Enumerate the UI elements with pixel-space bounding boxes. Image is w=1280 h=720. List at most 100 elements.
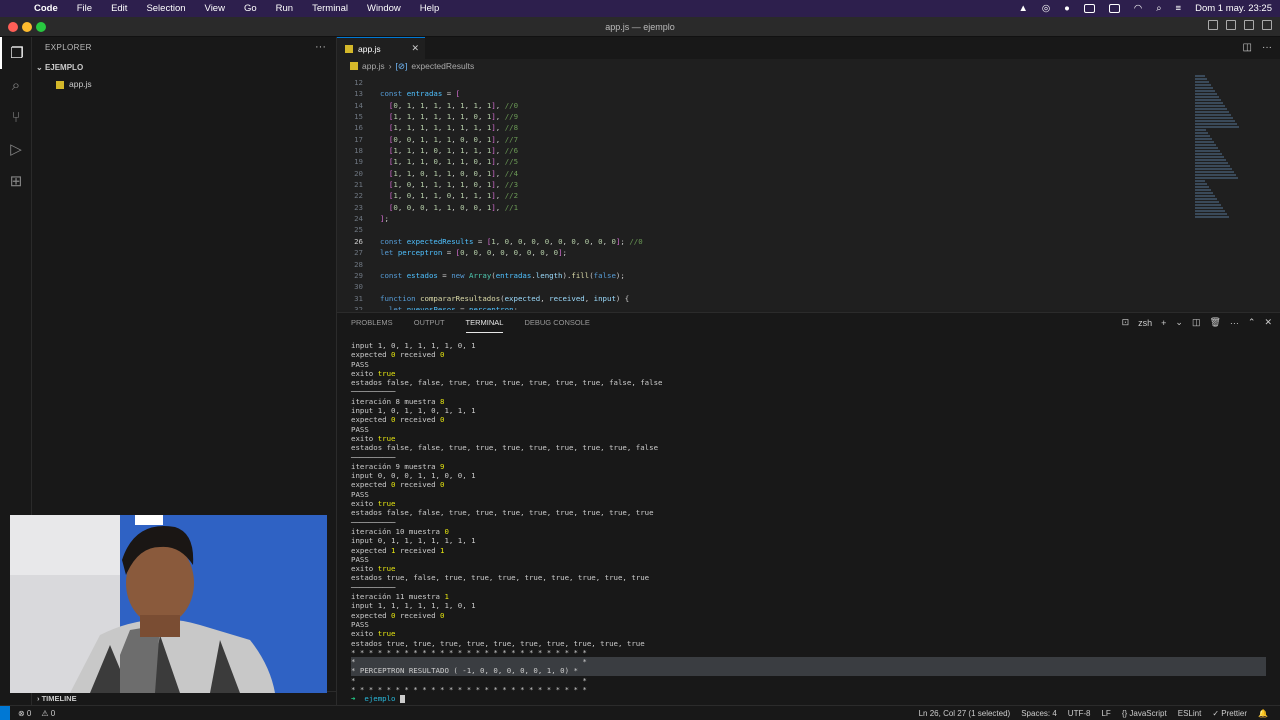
code-line[interactable]: 23 [0, 0, 0, 1, 1, 0, 0, 1], //1: [337, 202, 1197, 213]
maximize-panel-icon[interactable]: ⌃: [1248, 317, 1256, 328]
cursor-position[interactable]: Ln 26, Col 27 (1 selected): [919, 709, 1011, 718]
code-line[interactable]: 15 [1, 1, 1, 1, 1, 1, 0, 1], //9: [337, 111, 1197, 122]
minimize-window-button[interactable]: [22, 22, 32, 32]
split-editor-icon[interactable]: ◫: [1243, 42, 1252, 53]
line-number: 30: [354, 282, 363, 292]
code-line[interactable]: 28: [337, 259, 1197, 270]
folder-ejemplo[interactable]: ⌄ EJEMPLO: [32, 59, 336, 76]
trash-icon[interactable]: 🗑: [1209, 317, 1220, 328]
prettier-status[interactable]: ✓ Prettier: [1212, 709, 1247, 718]
code-line[interactable]: 22 [1, 0, 1, 1, 0, 1, 1, 1], //2: [337, 190, 1197, 201]
menu-selection[interactable]: Selection: [146, 3, 185, 14]
end-of-line[interactable]: LF: [1101, 709, 1110, 718]
status-vlc-icon[interactable]: ▲: [1018, 3, 1027, 14]
status-extension-icon[interactable]: ◎: [1042, 3, 1050, 14]
close-panel-icon[interactable]: ✕: [1264, 317, 1272, 328]
battery-icon[interactable]: [1108, 4, 1120, 13]
code-line[interactable]: 25: [337, 224, 1197, 235]
run-debug-icon[interactable]: ▷: [0, 133, 32, 165]
menu-file[interactable]: File: [77, 3, 92, 14]
eslint-status[interactable]: ESLint: [1178, 709, 1202, 718]
more-actions-icon[interactable]: ···: [1230, 318, 1239, 328]
minimap-line: [1195, 132, 1208, 134]
code-line[interactable]: 30: [337, 281, 1197, 292]
code-line[interactable]: 13 const entradas = [: [337, 88, 1197, 99]
notifications-icon[interactable]: 🔔: [1258, 709, 1268, 718]
explorer-icon[interactable]: ❐: [0, 37, 32, 69]
language-mode[interactable]: {} JavaScript: [1122, 709, 1167, 718]
menu-run[interactable]: Run: [276, 3, 293, 14]
code-line[interactable]: 17 [0, 0, 1, 1, 1, 0, 0, 1], //7: [337, 134, 1197, 145]
code-line[interactable]: 26 const expectedResults = [1, 0, 0, 0, 0…: [337, 236, 1197, 247]
line-number: 24: [354, 214, 363, 224]
breadcrumb-symbol[interactable]: expectedResults: [411, 61, 474, 71]
indentation[interactable]: Spaces: 4: [1021, 709, 1057, 718]
code-line[interactable]: 18 [1, 1, 1, 0, 1, 1, 1, 1], //6: [337, 145, 1197, 156]
terminal-prompt[interactable]: ➜ ejemplo: [351, 694, 1271, 704]
code-line[interactable]: 20 [1, 1, 0, 1, 1, 0, 0, 1], //4: [337, 168, 1197, 179]
menu-view[interactable]: View: [205, 3, 225, 14]
terminal-line: input 1, 1, 1, 1, 1, 1, 0, 1: [351, 601, 476, 611]
remote-indicator[interactable]: [0, 705, 10, 720]
menu-terminal[interactable]: Terminal: [312, 3, 348, 14]
code-line[interactable]: 27 let perceptron = [0, 0, 0, 0, 0, 0, 0,…: [337, 247, 1197, 258]
menu-window[interactable]: Window: [367, 3, 401, 14]
status-app-icon[interactable]: ●: [1064, 3, 1070, 14]
display-icon[interactable]: [1083, 4, 1095, 13]
tab-app-js[interactable]: app.js ✕: [337, 37, 425, 59]
terminal-output[interactable]: input 1, 0, 1, 1, 1, 1, 0, 1 expected 0 r…: [351, 341, 1271, 704]
code-line[interactable]: 14 [0, 1, 1, 1, 1, 1, 1, 1], //0: [337, 100, 1197, 111]
toggle-secondary-sidebar-icon[interactable]: [1244, 20, 1254, 30]
chevron-down-icon[interactable]: ⌄: [1175, 317, 1183, 328]
javascript-file-icon: [350, 62, 358, 70]
editor-area: app.js ✕ ◫ ··· app.js › [⊘] expectedResu…: [337, 37, 1280, 310]
wifi-icon[interactable]: ◠: [1134, 3, 1142, 14]
minimap-line: [1195, 201, 1219, 203]
code-text: let perceptron = [0, 0, 0, 0, 0, 0, 0, 0…: [380, 248, 567, 258]
more-actions-icon[interactable]: ···: [315, 41, 326, 53]
menu-go[interactable]: Go: [244, 3, 257, 14]
search-icon[interactable]: ⌕: [1156, 3, 1161, 14]
code-line[interactable]: 29 const estados = new Array(entradas.len…: [337, 270, 1197, 281]
code-editor[interactable]: 12 13 const entradas = [14 [0, 1, 1, 1, 1,…: [337, 77, 1197, 310]
menu-app-name[interactable]: Code: [34, 3, 58, 14]
tab-output[interactable]: OUTPUT: [414, 313, 445, 333]
shell-name[interactable]: zsh: [1138, 318, 1152, 328]
customize-layout-icon[interactable]: [1262, 20, 1272, 30]
terminal-line: estados false, false, true, true, true, …: [351, 443, 659, 453]
clock[interactable]: Dom 1 may. 23:25: [1195, 3, 1272, 14]
control-center-icon[interactable]: ≡: [1176, 3, 1182, 14]
menu-help[interactable]: Help: [420, 3, 440, 14]
minimap[interactable]: [1195, 75, 1240, 235]
close-window-button[interactable]: [8, 22, 18, 32]
breadcrumb-file[interactable]: app.js: [362, 61, 385, 71]
file-app-js[interactable]: app.js: [32, 76, 336, 93]
code-line[interactable]: 16 [1, 1, 1, 1, 1, 1, 1, 1], //8: [337, 122, 1197, 133]
terminal-line: exito true: [351, 433, 396, 443]
code-line[interactable]: 31 function compararResultados(expected, …: [337, 293, 1197, 304]
tab-problems[interactable]: PROBLEMS: [351, 313, 393, 333]
zoom-window-button[interactable]: [36, 22, 46, 32]
tab-terminal[interactable]: TERMINAL: [465, 313, 504, 333]
toggle-panel-icon[interactable]: [1226, 20, 1236, 30]
source-control-icon[interactable]: ⑂: [0, 101, 32, 133]
terminal-line: ──────────: [351, 452, 396, 462]
menu-edit[interactable]: Edit: [111, 3, 127, 14]
warnings-count[interactable]: ⚠ 0: [41, 709, 55, 718]
timeline-section[interactable]: › TIMELINE: [32, 691, 337, 705]
code-line[interactable]: 19 [1, 1, 1, 0, 1, 1, 0, 1], //5: [337, 156, 1197, 167]
new-terminal-icon[interactable]: +: [1161, 318, 1166, 328]
code-line[interactable]: 21 [1, 0, 1, 1, 1, 1, 0, 1], //3: [337, 179, 1197, 190]
errors-count[interactable]: ⊗ 0: [18, 709, 31, 718]
close-tab-icon[interactable]: ✕: [411, 43, 419, 54]
split-terminal-icon[interactable]: ◫: [1192, 317, 1201, 328]
code-line[interactable]: 32 let nuevosPesos = perceptron;: [337, 304, 1197, 310]
more-actions-icon[interactable]: ···: [1262, 42, 1272, 53]
search-icon[interactable]: ⌕: [0, 69, 32, 101]
code-line[interactable]: 24];: [337, 213, 1197, 224]
extensions-icon[interactable]: ⊞: [0, 165, 32, 197]
tab-debug-console[interactable]: DEBUG CONSOLE: [524, 313, 589, 333]
encoding[interactable]: UTF-8: [1068, 709, 1091, 718]
code-line[interactable]: 12: [337, 77, 1197, 88]
toggle-sidebar-icon[interactable]: [1208, 20, 1218, 30]
